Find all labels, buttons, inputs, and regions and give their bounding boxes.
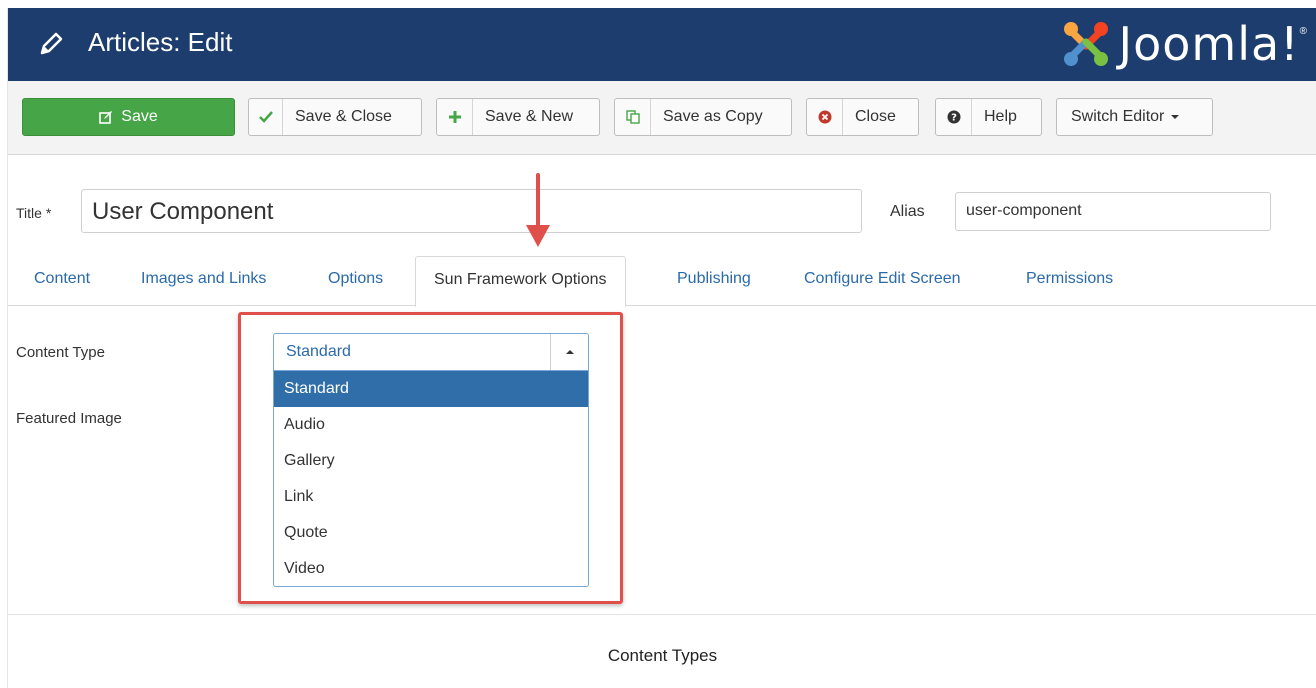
check-icon (249, 99, 283, 135)
option-gallery[interactable]: Gallery (274, 443, 588, 479)
switch-editor-label: Switch Editor (1071, 108, 1165, 125)
page-title: Articles: Edit (88, 27, 233, 57)
tab-publishing[interactable]: Publishing (677, 270, 751, 288)
page-header: Articles: Edit Joomla! ® (8, 8, 1316, 81)
pencil-icon (40, 32, 63, 55)
caret-up-icon[interactable] (550, 334, 588, 370)
alias-input[interactable]: user-component (955, 192, 1271, 231)
content-type-dropdown: Standard Audio Gallery Link Quote Video (273, 371, 589, 587)
option-standard[interactable]: Standard (274, 371, 588, 407)
save-new-label: Save & New (485, 108, 574, 125)
content-type-select[interactable]: Standard (273, 333, 589, 371)
option-link[interactable]: Link (274, 479, 588, 515)
svg-text:?: ? (951, 113, 957, 124)
help-button[interactable]: ? Help (935, 98, 1042, 136)
switch-editor-button[interactable]: Switch Editor (1056, 98, 1213, 136)
edit-icon (99, 111, 113, 124)
featured-image-label: Featured Image (16, 410, 122, 427)
editor-tabs: Content Images and Links Options Sun Fra… (8, 256, 1316, 307)
logo-text: Joomla! (1118, 17, 1300, 71)
content-type-label: Content Type (16, 344, 105, 361)
save-copy-button[interactable]: Save as Copy (614, 98, 792, 136)
tab-configure-edit-screen[interactable]: Configure Edit Screen (804, 270, 961, 288)
toolbar: Save Save & Close Save & New Save as Cop… (8, 81, 1316, 155)
annotation-arrow (526, 173, 550, 247)
alias-label: Alias (890, 203, 925, 220)
tab-options[interactable]: Options (328, 270, 383, 288)
tab-permissions[interactable]: Permissions (1026, 270, 1113, 288)
title-input[interactable]: User Component (81, 189, 862, 233)
question-icon: ? (936, 99, 972, 135)
figure-caption: Content Types (607, 646, 718, 665)
option-audio[interactable]: Audio (274, 407, 588, 443)
save-copy-label: Save as Copy (663, 108, 763, 125)
option-quote[interactable]: Quote (274, 515, 588, 551)
option-video[interactable]: Video (274, 551, 588, 587)
title-label: Title * (16, 205, 52, 221)
caret-down-icon (1171, 115, 1180, 119)
help-label: Help (984, 108, 1017, 125)
joomla-logo-icon (1063, 22, 1108, 66)
tab-sun-framework-options[interactable]: Sun Framework Options (415, 256, 626, 307)
close-label: Close (855, 108, 896, 125)
save-close-label: Save & Close (295, 108, 392, 125)
close-icon (807, 99, 843, 135)
save-new-button[interactable]: Save & New (436, 98, 600, 136)
logo-registered: ® (1299, 26, 1307, 37)
tab-images-and-links[interactable]: Images and Links (141, 270, 266, 288)
save-button[interactable]: Save (22, 98, 235, 136)
tab-content[interactable]: Content (34, 270, 90, 288)
save-label: Save (121, 108, 158, 125)
caption-divider (8, 614, 1316, 615)
joomla-logo: Joomla! ® (1061, 16, 1307, 72)
save-close-button[interactable]: Save & Close (248, 98, 422, 136)
copy-icon (615, 99, 651, 135)
close-button[interactable]: Close (806, 98, 919, 136)
content-type-value: Standard (286, 343, 351, 360)
screenshot-frame: Articles: Edit Joomla! ® Save Save & Clo… (7, 8, 1316, 688)
plus-icon (437, 99, 473, 135)
